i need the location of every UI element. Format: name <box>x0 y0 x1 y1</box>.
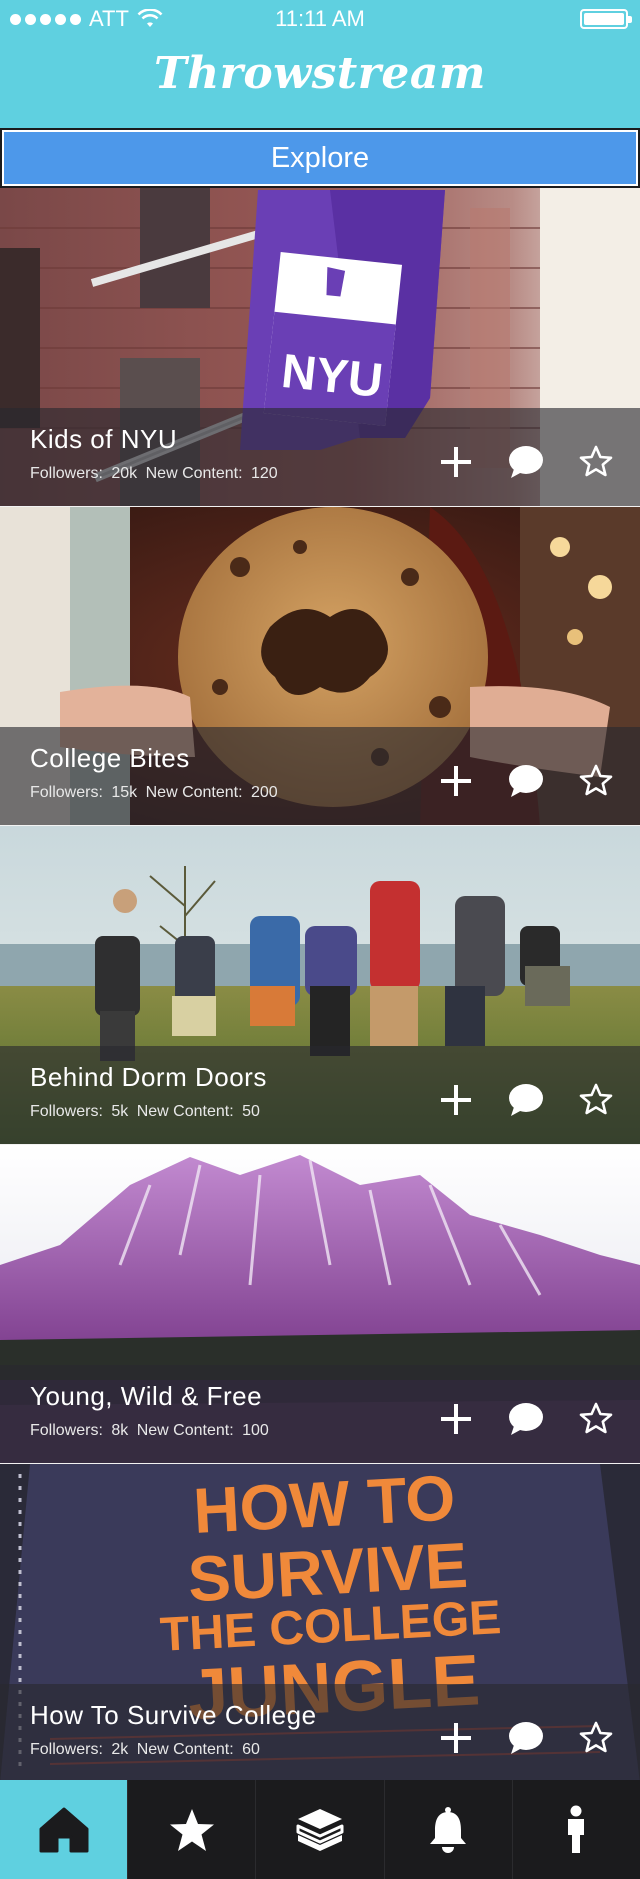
stream-title[interactable]: Young, Wild & Free <box>30 1381 262 1412</box>
comment-icon[interactable] <box>508 1082 544 1118</box>
explore-button[interactable]: Explore <box>2 130 638 186</box>
stream-card[interactable]: HOW TO SURVIVE THE COLLEGE JUNGLE How To… <box>0 1464 640 1783</box>
new-content-count: 120 <box>251 465 278 482</box>
tab-profile[interactable] <box>511 1780 640 1879</box>
followers-count: 15k <box>111 784 138 801</box>
app-header: ATT 11:11 AM Throwstream <box>0 0 640 128</box>
stream-feed: NYU Kids of NYU Followers: 20k New Conte… <box>0 188 640 1783</box>
new-content-count: 100 <box>242 1422 269 1439</box>
stream-title[interactable]: Kids of NYU <box>30 424 177 455</box>
stream-title[interactable]: College Bites <box>30 743 190 774</box>
new-content-count: 200 <box>251 784 278 801</box>
star-icon <box>169 1808 214 1851</box>
stream-card[interactable]: NYU Kids of NYU Followers: 20k New Conte… <box>0 188 640 507</box>
stream-stats: Followers: 2k New Content: 60 <box>30 1741 260 1758</box>
favorite-star-icon[interactable] <box>578 763 614 799</box>
new-content-count: 60 <box>242 1741 260 1758</box>
card-actions <box>438 1082 614 1118</box>
card-actions <box>438 1401 614 1437</box>
stream-card[interactable]: Young, Wild & Free Followers: 8k New Con… <box>0 1145 640 1464</box>
favorite-star-icon[interactable] <box>578 1401 614 1437</box>
follow-plus-icon[interactable] <box>438 1082 474 1118</box>
app-title: Throwstream <box>154 48 486 99</box>
follow-plus-icon[interactable] <box>438 1401 474 1437</box>
card-actions <box>438 763 614 799</box>
tab-notifications[interactable] <box>383 1780 512 1879</box>
stream-stats: Followers: 15k New Content: 200 <box>30 784 278 801</box>
followers-count: 8k <box>111 1422 129 1439</box>
followers-count: 20k <box>111 465 138 482</box>
tab-bar <box>0 1780 640 1879</box>
stream-card[interactable]: Behind Dorm Doors Followers: 5k New Cont… <box>0 826 640 1145</box>
favorite-star-icon[interactable] <box>578 1720 614 1756</box>
stream-title[interactable]: Behind Dorm Doors <box>30 1062 267 1093</box>
comment-icon[interactable] <box>508 763 544 799</box>
stream-card[interactable]: College Bites Followers: 15k New Content… <box>0 507 640 826</box>
status-bar: ATT 11:11 AM <box>0 0 640 38</box>
home-icon <box>39 1807 89 1852</box>
new-content-count: 50 <box>242 1103 260 1120</box>
followers-count: 2k <box>111 1741 129 1758</box>
stream-stats: Followers: 8k New Content: 100 <box>30 1422 269 1439</box>
card-actions <box>438 1720 614 1756</box>
bell-icon <box>430 1806 467 1853</box>
person-icon <box>568 1805 585 1853</box>
follow-plus-icon[interactable] <box>438 1720 474 1756</box>
follow-plus-icon[interactable] <box>438 763 474 799</box>
stream-stats: Followers: 5k New Content: 50 <box>30 1103 260 1120</box>
stream-stats: Followers: 20k New Content: 120 <box>30 465 278 482</box>
card-actions <box>438 444 614 480</box>
comment-icon[interactable] <box>508 1720 544 1756</box>
battery-icon <box>580 9 632 29</box>
comment-icon[interactable] <box>508 1401 544 1437</box>
nyu-flag-text: NYU <box>279 345 385 408</box>
clock: 11:11 AM <box>275 6 365 31</box>
favorite-star-icon[interactable] <box>578 1082 614 1118</box>
comment-icon[interactable] <box>508 444 544 480</box>
boxes-icon <box>296 1808 344 1851</box>
followers-count: 5k <box>111 1103 129 1120</box>
tab-favorites[interactable] <box>127 1780 255 1879</box>
favorite-star-icon[interactable] <box>578 444 614 480</box>
tab-home[interactable] <box>0 1780 128 1879</box>
follow-plus-icon[interactable] <box>438 444 474 480</box>
tab-streams[interactable] <box>255 1780 383 1879</box>
stream-title[interactable]: How To Survive College <box>30 1700 317 1731</box>
